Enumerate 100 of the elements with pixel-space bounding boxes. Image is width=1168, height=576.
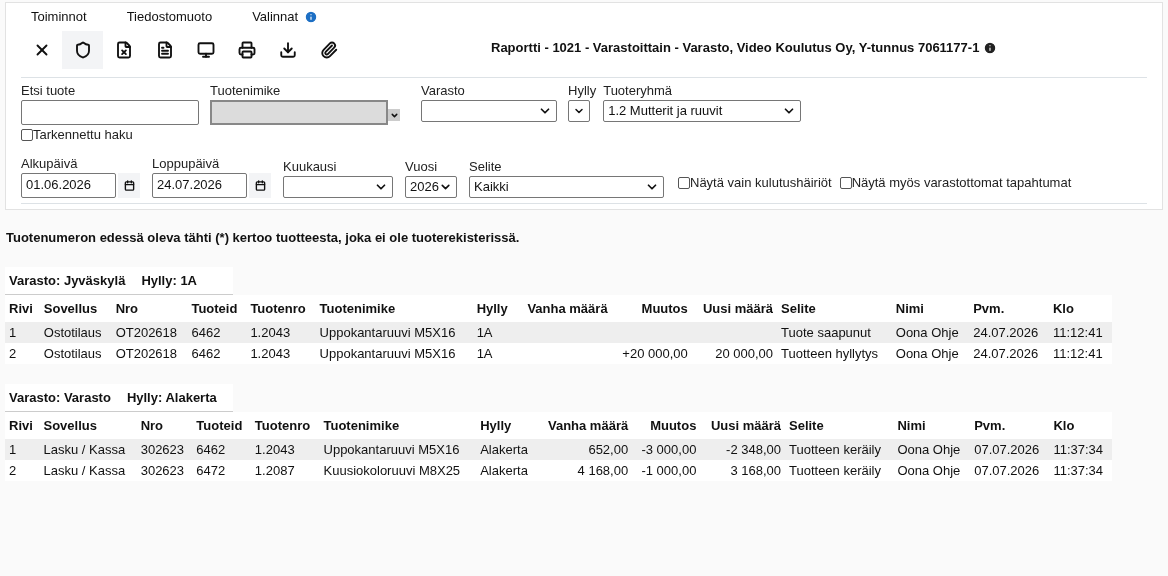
field-label: Tuoteryhmä	[603, 82, 674, 100]
menu-item[interactable]: Tiedostomuoto	[126, 7, 213, 27]
shield-icon	[73, 41, 92, 59]
calendar-button[interactable]	[249, 172, 271, 198]
report-title: Raportti - 1021 - Varastoittain - Varasto, Video Koulutus Oy, Y-tunnus 7061177-1	[491, 39, 980, 57]
table-cell: 652,00	[536, 439, 633, 460]
file-icon	[155, 41, 174, 59]
column-header: Pvm.	[969, 295, 1049, 322]
column-header: Sovellus	[39, 295, 112, 322]
table-cell: Uppokantaruuvi M5X16	[315, 322, 473, 343]
table-cell: -2 348,00	[700, 439, 785, 460]
table-cell: 1.2043	[246, 322, 316, 343]
toolbar-button[interactable]	[62, 31, 103, 69]
column-header: Hylly	[472, 295, 516, 322]
menu-item[interactable]: Valinnat	[252, 7, 299, 27]
date-field[interactable]: 01.06.2026	[21, 172, 116, 198]
table-cell: Alakerta	[476, 460, 537, 481]
print-icon	[237, 41, 256, 59]
table-cell: 3 168,00	[700, 460, 785, 481]
column-header: Tuotenro	[246, 295, 316, 322]
download-icon	[278, 41, 297, 59]
table-cell: 1.2043	[250, 439, 320, 460]
table-cell: Tuotteen keräily	[785, 460, 894, 481]
table-cell: Oona Ohje	[893, 460, 971, 481]
note-text: Tuotenumeron edessä oleva tähti (*) kertoo tuotteesta, joka ei ole tuoterekisterissä.	[5, 228, 521, 247]
column-header: Nro	[136, 412, 193, 439]
table-cell: 302623	[136, 439, 193, 460]
menu-item[interactable]: Toiminnot	[31, 7, 87, 27]
table-cell: 6462	[187, 343, 247, 364]
calendar-icon	[123, 179, 135, 191]
column-header: Rivi	[5, 295, 40, 322]
field-label: Loppupäivä	[152, 154, 221, 173]
table-cell: 07.07.2026	[970, 460, 1050, 481]
table-cell: 6472	[192, 460, 251, 481]
group-shelf: Hylly: 1A	[141, 271, 197, 290]
calendar-button[interactable]	[118, 172, 140, 198]
warehouse-select[interactable]	[421, 100, 557, 122]
year-select[interactable]: 2026	[405, 175, 457, 198]
table-cell: 6462	[187, 322, 247, 343]
table-cell: Tuote saapunut	[777, 322, 892, 343]
column-header: Muutos	[632, 412, 701, 439]
column-header: Tuoteid	[192, 412, 251, 439]
column-header: Sovellus	[39, 412, 137, 439]
checkbox[interactable]: Tarkennettu haku	[21, 125, 199, 145]
column-header: Hylly	[476, 412, 537, 439]
group-shelf: Hylly: Alakerta	[126, 388, 217, 407]
table-cell: Oona Ohje	[891, 343, 970, 364]
table-cell: 2	[5, 343, 40, 364]
column-header: Vanha määrä	[536, 412, 633, 439]
table-cell: 1	[5, 439, 40, 460]
table-cell: -3 000,00	[632, 439, 701, 460]
table-cell: Oona Ohje	[893, 439, 971, 460]
file-x-icon	[114, 41, 133, 59]
field-label: Selite	[469, 157, 503, 176]
group-warehouse: Varasto: Jyväskylä	[9, 271, 126, 290]
table-cell: OT202618	[111, 343, 188, 364]
field-label: Kuukausi	[283, 157, 338, 176]
checkbox[interactable]: Näytä vain kulutushäiriöt	[678, 173, 832, 193]
calendar-icon	[254, 179, 266, 191]
column-header: Uusi määrä	[700, 412, 785, 439]
table-cell: OT202618	[111, 322, 188, 343]
column-header: Nimi	[893, 412, 971, 439]
column-header: Nimi	[891, 295, 970, 322]
table-cell: 1	[5, 322, 40, 343]
column-header: Selite	[777, 295, 892, 322]
table-cell: 6462	[192, 439, 251, 460]
info-icon	[983, 40, 998, 55]
paperclip-icon	[319, 41, 338, 59]
product-group-select[interactable]: 1.2 Mutterit ja ruuvit	[603, 100, 802, 122]
table-cell: 1.2087	[250, 460, 320, 481]
shelf-select[interactable]	[568, 100, 590, 122]
table-cell: Uppokantaruuvi M5X16	[319, 439, 477, 460]
month-select[interactable]	[283, 175, 393, 198]
field-label: Tuotenimike	[210, 82, 282, 100]
table-cell: 20 000,00	[691, 343, 778, 364]
dropdown-button[interactable]	[388, 109, 400, 121]
table-cell: 11:12:41	[1048, 322, 1112, 343]
monitor-icon	[196, 41, 215, 59]
checkbox[interactable]: Näytä myös varastottomat tapahtumat	[839, 173, 1072, 193]
table-cell: 1A	[472, 343, 516, 364]
field-label: Hylly	[568, 82, 597, 100]
column-header: Muutos	[611, 295, 692, 322]
table-cell: Lasku / Kassa	[39, 460, 137, 481]
table-cell: 24.07.2026	[969, 343, 1049, 364]
column-header: Tuotenimike	[315, 295, 473, 322]
date-field[interactable]: 24.07.2026	[152, 172, 247, 198]
table-cell: 07.07.2026	[970, 439, 1050, 460]
table-cell: Uppokantaruuvi M5X16	[315, 343, 473, 364]
search-field[interactable]	[21, 100, 199, 125]
reason-select[interactable]: Kaikki	[469, 175, 664, 198]
info-icon	[304, 10, 319, 24]
column-header: Pvm.	[970, 412, 1050, 439]
table-cell: +20 000,00	[611, 343, 692, 364]
column-header: Vanha määrä	[515, 295, 612, 322]
column-header: Nro	[111, 295, 188, 322]
table-cell: Kuusiokoloruuvi M8X25	[319, 460, 477, 481]
table-cell: Alakerta	[476, 439, 537, 460]
table-cell: Oona Ohje	[891, 322, 970, 343]
field-label: Vuosi	[405, 157, 439, 176]
table-cell: 24.07.2026	[969, 322, 1049, 343]
